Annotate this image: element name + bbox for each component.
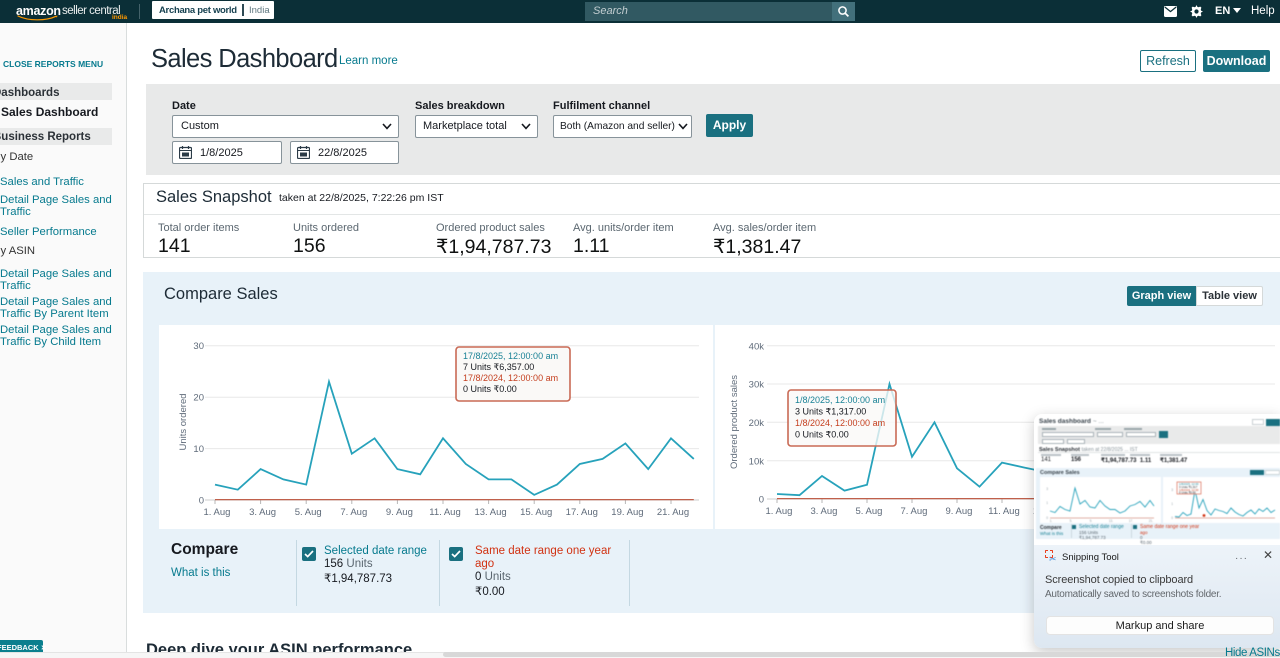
svg-text:13. Aug: 13. Aug (474, 507, 506, 518)
svg-text:9. Aug: 9. Aug (386, 507, 413, 518)
svg-text:Units ordered: Units ordered (178, 393, 189, 450)
svg-text:0: 0 (199, 496, 204, 507)
svg-text:30: 30 (193, 341, 204, 352)
svg-text:5. Aug: 5. Aug (856, 506, 883, 517)
svg-text:1. Aug: 1. Aug (204, 507, 231, 518)
svg-text:1/8/2025, 12:00:00 am: 1/8/2025, 12:00:00 am (795, 395, 885, 405)
svg-text:5. Aug: 5. Aug (295, 507, 322, 518)
svg-text:3: 3 (1046, 487, 1048, 491)
svg-text:40k: 40k (749, 342, 765, 353)
svg-text:9. Aug: 9. Aug (946, 506, 973, 517)
svg-text:0: 0 (1171, 516, 1173, 520)
svg-text:10: 10 (193, 444, 204, 455)
svg-text:21. Aug: 21. Aug (657, 507, 689, 518)
svg-text:1.: 1. (1050, 519, 1053, 523)
svg-text:20: 20 (193, 393, 204, 404)
svg-text:17/8/2025, 12:00:00 am: 17/8/2025, 12:00:00 am (463, 351, 558, 361)
svg-text:Ordered product sales: Ordered product sales (729, 375, 740, 469)
svg-text:1. Aug: 1. Aug (766, 506, 793, 517)
svg-text:0 Units ₹0.00: 0 Units ₹0.00 (1179, 491, 1196, 495)
svg-text:3. Aug: 3. Aug (811, 506, 838, 517)
svg-text:20k: 20k (749, 418, 765, 429)
svg-text:0 Units ₹0.00: 0 Units ₹0.00 (795, 430, 849, 440)
svg-text:7. Aug: 7. Aug (901, 506, 928, 517)
svg-text:0: 0 (1046, 516, 1048, 520)
svg-text:10k: 10k (749, 457, 765, 468)
svg-text:21.: 21. (1149, 519, 1154, 523)
svg-text:3: 3 (1171, 488, 1173, 492)
svg-text:1: 1 (1046, 501, 1048, 505)
svg-text:17.: 17. (1129, 519, 1134, 523)
svg-text:7. Aug: 7. Aug (340, 507, 367, 518)
svg-text:13.: 13. (1109, 519, 1114, 523)
svg-text:17. Aug: 17. Aug (566, 507, 598, 518)
svg-text:5.: 5. (1070, 519, 1073, 523)
svg-text:7 Units ₹6,357.00: 7 Units ₹6,357.00 (463, 362, 534, 372)
svg-text:1: 1 (1171, 502, 1173, 506)
svg-text:11. Aug: 11. Aug (988, 506, 1020, 517)
svg-text:11. Aug: 11. Aug (429, 507, 461, 518)
svg-text:19. Aug: 19. Aug (611, 507, 643, 518)
svg-text:1/8/2024, 12:00:00 am: 1/8/2024, 12:00:00 am (795, 418, 885, 428)
svg-text:30k: 30k (749, 380, 765, 391)
svg-text:3 Units ₹1,317.00: 3 Units ₹1,317.00 (795, 407, 866, 417)
svg-text:9.: 9. (1090, 519, 1093, 523)
svg-text:0 Units ₹0.00: 0 Units ₹0.00 (463, 384, 517, 394)
svg-text:15. Aug: 15. Aug (520, 507, 552, 518)
svg-text:3. Aug: 3. Aug (249, 507, 276, 518)
svg-text:0: 0 (759, 495, 764, 506)
svg-text:17/8/2024, 12:00:00 am: 17/8/2024, 12:00:00 am (463, 373, 558, 383)
